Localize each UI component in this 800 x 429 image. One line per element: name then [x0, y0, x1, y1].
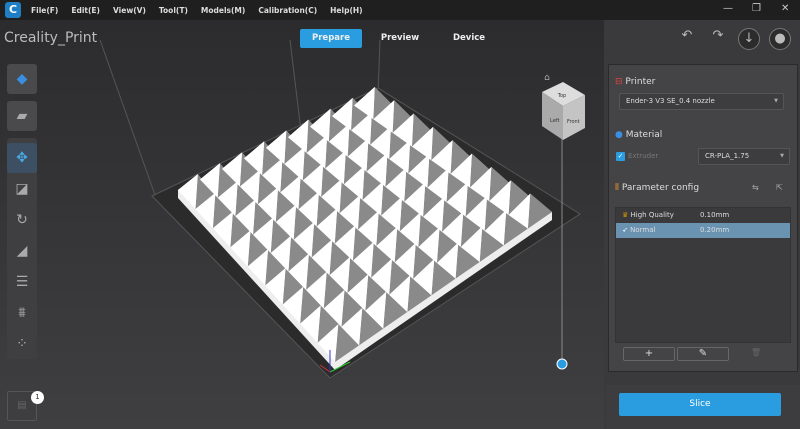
menu-models[interactable]: Models(M)	[201, 6, 245, 15]
add-config-button[interactable]: +	[623, 347, 675, 361]
scale-icon[interactable]: ◪	[7, 174, 37, 204]
maximize-icon[interactable]: ❐	[752, 3, 761, 14]
crown-icon: ♛	[622, 211, 629, 219]
menu-tool[interactable]: Tool(T)	[159, 6, 188, 15]
material-icon: ●	[615, 130, 623, 140]
param-row-normal[interactable]: ➶ Normal 0.20mm	[616, 223, 790, 238]
settings-panel: ⊟ Printer Ender-3 V3 SE_0.4 nozzle ▼ ● Ma…	[608, 64, 798, 372]
support-icon[interactable]: ⩩	[7, 298, 37, 328]
menu-view[interactable]: View(V)	[113, 6, 146, 15]
rocket-icon: ➶	[622, 226, 628, 234]
3d-viewport[interactable]: Top Left Front ⌂	[0, 20, 604, 429]
redo-icon[interactable]: ↷	[707, 28, 729, 43]
view-cube-left[interactable]: Left	[550, 118, 559, 124]
import-config-icon[interactable]: ⇆	[752, 183, 759, 192]
open-folder-icon[interactable]: ▰	[7, 101, 37, 131]
rotate-icon[interactable]: ↻	[7, 205, 37, 235]
close-icon[interactable]: ✕	[781, 3, 789, 14]
view-cube-front[interactable]: Front	[567, 119, 580, 125]
app-title: Creality_Print	[4, 30, 98, 46]
slice-button[interactable]: Slice	[619, 393, 781, 416]
height-slider-handle[interactable]	[556, 358, 568, 370]
add-model-icon[interactable]: ◆	[7, 64, 37, 94]
parameter-list: ♛ High Quality 0.10mm ➶ Normal 0.20mm	[615, 207, 791, 343]
menu-edit[interactable]: Edit(E)	[71, 6, 100, 15]
menu-bar: C File(F) Edit(E) View(V) Tool(T) Models…	[0, 0, 800, 20]
left-toolbar: ◆ ▰ ✥ ◪ ↻ ◢ ☰ ⩩ ⁘	[7, 64, 37, 360]
model-list-icon[interactable]: ☰	[7, 267, 37, 297]
printer-section-title: ⊟ Printer	[615, 77, 656, 87]
edit-config-button[interactable]: ✎	[677, 347, 729, 361]
delete-config-icon[interactable]: 🗑	[751, 348, 761, 357]
home-view-icon[interactable]: ⌂	[544, 73, 550, 83]
param-row-high-quality[interactable]: ♛ High Quality 0.10mm	[616, 208, 790, 223]
file-count-badge: 1	[31, 391, 44, 404]
tab-preview[interactable]: Preview	[369, 29, 431, 48]
material-section-title: ● Material	[615, 130, 663, 140]
user-icon[interactable]: ●	[769, 28, 791, 50]
app-logo-icon: C	[5, 2, 21, 18]
lay-flat-icon[interactable]: ◢	[7, 236, 37, 266]
view-cube-top[interactable]: Top	[557, 93, 566, 99]
build-plate-scene[interactable]: Top Left Front ⌂	[0, 20, 604, 429]
parameter-icon: ⦀	[615, 183, 619, 193]
tab-device[interactable]: Device	[438, 29, 500, 48]
move-icon[interactable]: ✥	[7, 143, 37, 173]
extruder-label: Extruder	[628, 152, 659, 160]
undo-icon[interactable]: ↶	[676, 28, 698, 43]
view-cube[interactable]: Top Left Front	[542, 82, 585, 140]
menu-calibration[interactable]: Calibration(C)	[258, 6, 317, 15]
printer-icon: ⊟	[615, 77, 623, 87]
tab-prepare[interactable]: Prepare	[300, 29, 362, 48]
menu-help[interactable]: Help(H)	[330, 6, 362, 15]
menu-file[interactable]: File(F)	[31, 6, 58, 15]
download-icon[interactable]: ↓	[738, 28, 760, 50]
material-select[interactable]: CR-PLA_1.75 ▼	[698, 148, 790, 165]
extruder-checkbox[interactable]: ✓	[616, 152, 625, 161]
arrange-icon[interactable]: ⁘	[7, 329, 37, 359]
parameter-section-title: ⦀ Parameter config	[615, 183, 700, 193]
chevron-down-icon: ▼	[780, 153, 784, 159]
chevron-down-icon: ▼	[774, 98, 778, 104]
printer-select[interactable]: Ender-3 V3 SE_0.4 nozzle ▼	[619, 93, 784, 110]
minimize-icon[interactable]: —	[723, 3, 733, 14]
export-config-icon[interactable]: ⇱	[776, 183, 783, 192]
